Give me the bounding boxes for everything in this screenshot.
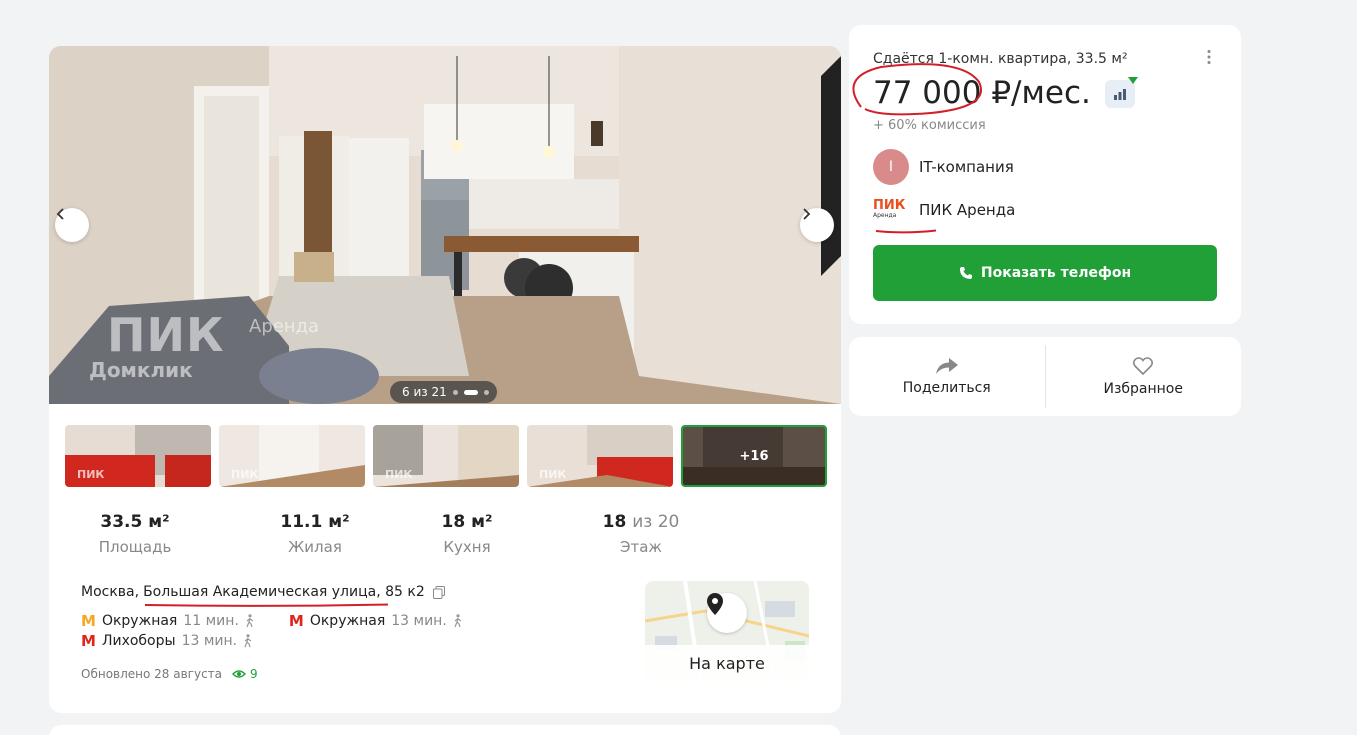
updated-info: Обновлено 28 августа 9 <box>81 667 258 681</box>
favorite-button[interactable]: Избранное <box>1046 337 1242 416</box>
thumbnail-watermark: ПИК <box>539 468 567 481</box>
seller-agency[interactable]: ПИК Аренда ПИК Аренда <box>873 199 1015 221</box>
thumbnail-4[interactable]: ПИК <box>527 425 673 487</box>
share-arrow-icon <box>935 357 958 374</box>
actions-card: Поделиться Избранное <box>849 337 1241 416</box>
heart-icon <box>1133 356 1154 375</box>
walk-icon <box>454 614 462 628</box>
apartment-facts: 33.5 м² Площадь 11.1 м² Жилая 18 м² Кухн… <box>65 512 825 562</box>
next-section-card <box>49 725 841 735</box>
seller-company[interactable]: I IT-компания <box>873 149 1014 185</box>
metro-station: Лихоборы <box>101 633 176 649</box>
address: Москва, Большая Академическая улица, 85 … <box>81 584 445 600</box>
fact-living: 11.1 м² Жилая <box>245 512 385 556</box>
metro-icon: M <box>81 632 96 650</box>
red-underline-annotation <box>875 229 937 234</box>
commission: + 60% комиссия <box>873 118 986 133</box>
thumbnail-watermark: ПИК <box>231 468 259 481</box>
metro-item: M Окружная 11 мин. M Окружная 13 мин. <box>81 612 463 630</box>
updated-text: Обновлено 28 августа <box>81 667 223 681</box>
thumbnail-strip: ПИК ПИК ПИК ПИК +16 <box>65 425 827 487</box>
fact-living-value: 11.1 м² <box>280 512 350 532</box>
fact-kitchen: 18 м² Кухня <box>397 512 537 556</box>
fact-floor-label: Этаж <box>620 538 662 556</box>
watermark-sub: Аренда <box>249 316 320 337</box>
listing-media-card: ПИК Аренда Домклик 6 из 21 ПИК ПИК ПИК П… <box>49 46 841 713</box>
map-pin <box>707 593 747 633</box>
fact-floor-total: из 20 <box>632 512 680 532</box>
address-city: Москва, <box>81 584 140 600</box>
eye-icon <box>232 670 247 678</box>
metro-time: 13 мин. <box>181 633 238 649</box>
pik-logo: ПИК Аренда <box>873 199 909 221</box>
location-pin-icon <box>707 593 723 615</box>
fact-floor-value: 18 из 20 <box>571 512 711 532</box>
price-card: Сдаётся 1-комн. квартира, 33.5 м² 77 000… <box>849 25 1241 324</box>
thumbnail-3[interactable]: ПИК <box>373 425 519 487</box>
agency-name: ПИК Аренда <box>919 201 1016 219</box>
share-label: Поделиться <box>902 379 991 396</box>
thumbnail-watermark: ПИК <box>385 468 413 481</box>
pik-logo-text: ПИК <box>873 198 906 213</box>
walk-icon <box>244 634 252 648</box>
photo-counter-text: 6 из 21 <box>402 385 447 399</box>
metro-icon: M <box>288 612 304 630</box>
red-underline-annotation <box>144 603 389 607</box>
metro-item: M Лихоборы 13 мин. <box>81 632 253 650</box>
metro-station: Окружная <box>101 613 178 629</box>
fact-kitchen-value: 18 м² <box>441 512 493 532</box>
phone-icon <box>959 267 972 279</box>
photo-gallery[interactable]: ПИК Аренда Домклик 6 из 21 <box>49 46 841 404</box>
more-photos-label: +16 <box>683 427 825 485</box>
fact-area-value: 33.5 м² <box>100 512 170 532</box>
copy-icon[interactable] <box>432 585 445 599</box>
walk-icon <box>246 614 254 628</box>
thumbnail-1[interactable]: ПИК <box>65 425 211 487</box>
fact-area-label: Площадь <box>98 538 172 556</box>
fact-area: 33.5 м² Площадь <box>65 512 205 556</box>
show-phone-button[interactable]: Показать телефон <box>873 245 1217 301</box>
pik-logo-sub: Аренда <box>873 212 897 219</box>
company-avatar: I <box>873 149 909 185</box>
bar-chart-icon <box>1114 89 1126 100</box>
watermark-brand: ПИК <box>107 308 225 362</box>
fact-living-label: Жилая <box>288 538 342 556</box>
photo-counter: 6 из 21 <box>390 381 497 403</box>
favorite-label: Избранное <box>1103 380 1183 397</box>
share-button[interactable]: Поделиться <box>849 337 1045 416</box>
gallery-prev-button[interactable] <box>55 208 89 242</box>
map-button[interactable]: На карте <box>645 581 809 681</box>
show-phone-label: Показать телефон <box>980 265 1132 281</box>
company-name: IT-компания <box>919 158 1014 176</box>
pager-dot-active[interactable] <box>463 389 478 395</box>
thumbnail-watermark: ПИК <box>77 468 105 481</box>
thumbnail-2[interactable]: ПИК <box>219 425 365 487</box>
pager-dot[interactable] <box>452 389 458 395</box>
pager-dot[interactable] <box>483 389 489 395</box>
metro-time: 13 мин. <box>391 613 447 629</box>
watermark-domclick: Домклик <box>89 358 193 382</box>
price-trend-indicator <box>1128 77 1138 84</box>
views-number: 9 <box>250 667 258 681</box>
metro-icon: M <box>81 612 96 630</box>
fact-floor: 18 из 20 Этаж <box>571 512 711 556</box>
red-circle-annotation <box>852 63 982 116</box>
metro-time: 11 мин. <box>183 613 239 629</box>
fact-kitchen-label: Кухня <box>443 538 491 556</box>
map-label: На карте <box>645 645 809 681</box>
thumbnail-more[interactable]: +16 <box>681 425 827 487</box>
metro-station: Окружная <box>309 613 386 629</box>
gallery-next-button[interactable] <box>800 208 834 242</box>
chevron-right-icon <box>803 208 811 220</box>
price-chart-button[interactable] <box>1105 77 1138 108</box>
fact-floor-number: 18 <box>602 512 627 532</box>
address-street[interactable]: Большая Академическая улица, 85 к2 <box>143 584 425 600</box>
views-count: 9 <box>232 667 258 681</box>
chevron-left-icon <box>56 208 64 220</box>
more-options-icon[interactable] <box>1201 49 1217 65</box>
